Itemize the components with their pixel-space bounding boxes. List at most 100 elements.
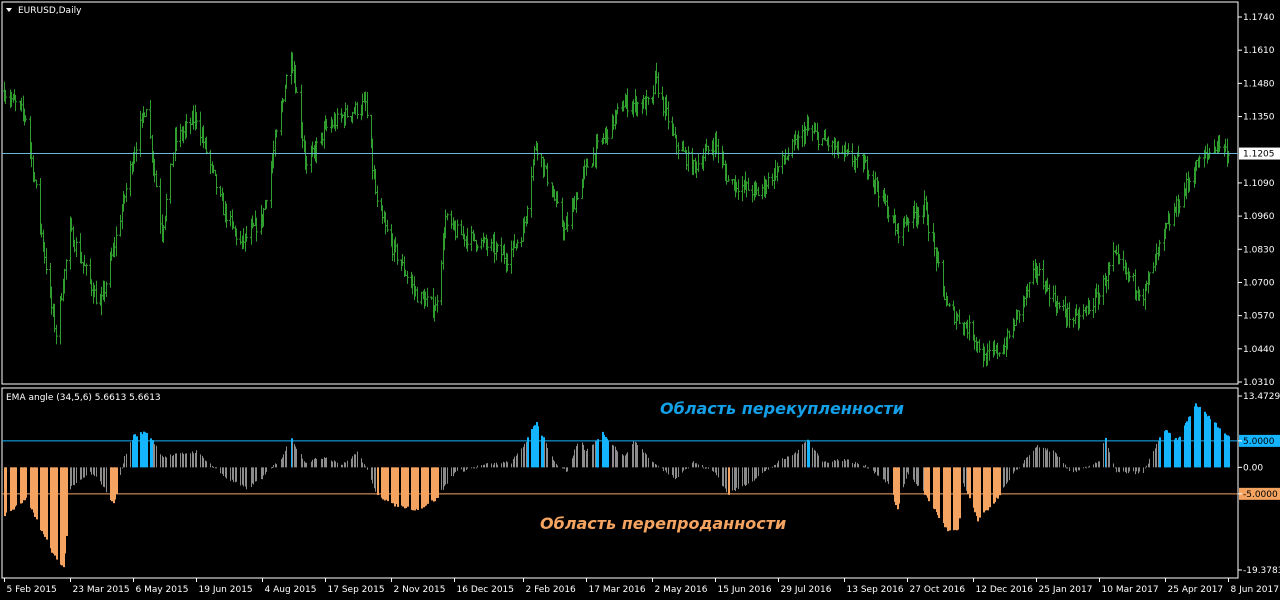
histogram-bar — [253, 467, 254, 485]
histogram-bar — [855, 461, 856, 468]
histogram-bar — [1057, 456, 1058, 468]
histogram-bar — [285, 450, 286, 468]
histogram-bar — [979, 467, 981, 518]
histogram-bar — [854, 464, 855, 468]
histogram-bar — [351, 458, 352, 468]
histogram-bar — [857, 463, 858, 468]
histogram-bar — [122, 467, 123, 469]
histogram-bar — [924, 467, 926, 495]
histogram-bar — [642, 449, 643, 468]
histogram-bar — [562, 467, 563, 469]
price-tick-label: 1.0830 — [1243, 245, 1275, 255]
price-tick-label: 1.1480 — [1243, 79, 1275, 89]
histogram-bar — [66, 467, 68, 536]
histogram-bar — [745, 467, 746, 487]
histogram-bar — [1083, 467, 1084, 469]
histogram-bar — [736, 467, 737, 488]
histogram-bar — [517, 453, 518, 468]
histogram-bar — [144, 432, 146, 468]
histogram-bar — [815, 450, 816, 468]
histogram-bar — [344, 462, 345, 468]
histogram-bar — [275, 463, 276, 468]
histogram-bar — [672, 467, 673, 476]
histogram-bar — [607, 440, 609, 468]
time-tick-label: 8 Jun 2017 — [1231, 585, 1279, 595]
histogram-bar — [273, 465, 274, 468]
histogram-bar — [415, 467, 417, 509]
histogram-bar — [802, 444, 803, 468]
histogram-bar — [1149, 458, 1150, 468]
histogram-bar — [1065, 464, 1066, 468]
histogram-bar — [845, 460, 846, 468]
time-tick-label: 23 Mar 2015 — [73, 585, 130, 595]
histogram-bar — [887, 467, 888, 482]
histogram-bar — [126, 453, 127, 468]
histogram-bar — [934, 467, 936, 510]
histogram-bar — [556, 463, 557, 468]
histogram-bar — [5, 467, 7, 513]
histogram-bar — [1036, 447, 1037, 468]
time-tick-label: 19 Jun 2015 — [199, 585, 253, 595]
histogram-bar — [683, 467, 684, 471]
histogram-bar — [220, 467, 221, 474]
histogram-bar — [544, 441, 545, 468]
histogram-bar — [576, 446, 577, 468]
indicator-tick-label: -19.3783 — [1243, 566, 1280, 576]
histogram-bar — [755, 467, 756, 479]
histogram-bar — [447, 467, 448, 484]
histogram-bar — [51, 467, 53, 553]
histogram-bar — [212, 465, 213, 468]
histogram-bar — [652, 461, 653, 468]
histogram-bar — [111, 467, 113, 502]
price-tick-label: 1.0310 — [1243, 378, 1275, 388]
histogram-bar — [567, 467, 568, 472]
histogram-bar — [1166, 430, 1168, 468]
histogram-bar — [788, 456, 789, 468]
histogram-bar — [977, 467, 979, 522]
histogram-bar — [76, 467, 77, 483]
histogram-bar — [695, 463, 696, 468]
histogram-bar — [616, 449, 617, 468]
histogram-bar — [377, 467, 379, 496]
histogram-bar — [582, 442, 583, 468]
histogram-bar — [904, 467, 905, 485]
histogram-bar — [712, 467, 713, 471]
histogram-bar — [146, 432, 148, 468]
histogram-bar — [361, 458, 362, 468]
histogram-bar — [371, 467, 372, 480]
histogram-bar — [305, 462, 306, 468]
histogram-bar — [1006, 467, 1007, 484]
histogram-bar — [385, 467, 387, 500]
histogram-bar — [732, 467, 733, 491]
histogram-bar — [493, 464, 494, 468]
histogram-bar — [235, 467, 236, 483]
histogram-bar — [81, 467, 82, 480]
histogram-bar — [240, 467, 241, 486]
histogram-bar — [617, 451, 618, 468]
histogram-bar — [255, 467, 256, 482]
histogram-bar — [1093, 464, 1094, 468]
histogram-bar — [140, 432, 142, 468]
histogram-bar — [1043, 447, 1044, 468]
histogram-bar — [744, 467, 745, 485]
histogram-bar — [195, 452, 196, 468]
histogram-bar — [837, 459, 838, 468]
histogram-bar — [835, 460, 836, 468]
histogram-bar — [1007, 467, 1008, 483]
histogram-bar — [282, 457, 283, 468]
histogram-bar — [246, 467, 247, 490]
histogram-bar — [283, 454, 284, 468]
histogram-bar — [474, 467, 475, 469]
histogram-bar — [754, 467, 755, 481]
histogram-bar — [916, 467, 917, 485]
histogram-bar — [175, 453, 176, 468]
histogram-bar — [190, 453, 191, 468]
histogram-bar — [1067, 467, 1068, 469]
histogram-bar — [834, 460, 835, 468]
histogram-bar — [895, 467, 897, 506]
histogram-bar — [243, 467, 244, 487]
indicator-tick-label: 13.4729 — [1243, 392, 1280, 402]
histogram-bar — [635, 441, 636, 468]
histogram-bar — [1225, 434, 1227, 468]
histogram-bar — [120, 467, 121, 476]
